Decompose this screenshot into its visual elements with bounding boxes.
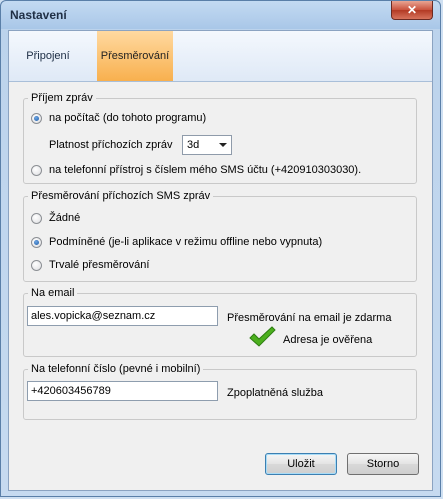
- close-button[interactable]: ✕: [391, 1, 433, 20]
- radio-redirect-none[interactable]: Žádné: [31, 212, 80, 224]
- radio-button-checked[interactable]: [31, 236, 42, 248]
- email-legend: Na email: [31, 287, 75, 299]
- radio-button[interactable]: [31, 212, 42, 224]
- phone-legend: Na telefonní číslo (pevné i mobilní): [31, 363, 201, 375]
- radio-redirect-permanent-label: Trvalé přesměrování: [49, 259, 150, 271]
- radio-to-phone[interactable]: na telefonní přístroj s číslem mého SMS …: [31, 164, 361, 176]
- email-note: Přesměrování na email je zdarma: [227, 312, 392, 324]
- receive-legend: Příjem zpráv: [31, 92, 93, 104]
- radio-button-checked[interactable]: [31, 112, 42, 124]
- validity-value: 3d: [187, 139, 200, 151]
- validity-label: Platnost příchozích zpráv: [49, 139, 173, 151]
- radio-redirect-conditional-label: Podmíněné (je-li aplikace v režimu offli…: [49, 236, 323, 248]
- validity-select[interactable]: 3d: [182, 135, 232, 155]
- tab-bar: Připojení Přesměrování: [9, 31, 432, 82]
- chevron-down-icon: [219, 143, 227, 147]
- dialog-content: Připojení Přesměrování Příjem zpráv na p…: [8, 30, 433, 491]
- tab-redirection[interactable]: Přesměrování: [97, 31, 173, 81]
- radio-redirect-permanent[interactable]: Trvalé přesměrování: [31, 259, 149, 271]
- radio-redirect-conditional[interactable]: Podmíněné (je-li aplikace v režimu offli…: [31, 236, 322, 248]
- save-button[interactable]: Uložit: [265, 453, 337, 475]
- check-icon: [249, 326, 276, 347]
- settings-window: Nastavení ✕ Připojení Přesměrování Příje…: [0, 0, 441, 497]
- radio-button[interactable]: [31, 259, 42, 271]
- tab-connection[interactable]: Připojení: [17, 31, 79, 81]
- phone-note: Zpoplatněná služba: [227, 387, 324, 399]
- title-bar[interactable]: Nastavení ✕: [1, 1, 440, 29]
- phone-input[interactable]: [27, 381, 218, 401]
- redirect-legend: Přesměrování příchozích SMS zpráv: [31, 190, 211, 202]
- radio-button[interactable]: [31, 164, 42, 176]
- radio-redirect-none-label: Žádné: [49, 212, 81, 224]
- radio-to-phone-label: na telefonní přístroj s číslem mého SMS …: [49, 164, 362, 176]
- email-verified-text: Adresa je ověřena: [283, 334, 373, 346]
- email-input[interactable]: [27, 306, 218, 326]
- radio-to-computer[interactable]: na počítač (do tohoto programu): [31, 112, 206, 124]
- radio-to-computer-label: na počítač (do tohoto programu): [49, 112, 207, 124]
- close-icon: ✕: [406, 3, 418, 17]
- cancel-button[interactable]: Storno: [347, 453, 419, 475]
- window-title: Nastavení: [10, 8, 67, 22]
